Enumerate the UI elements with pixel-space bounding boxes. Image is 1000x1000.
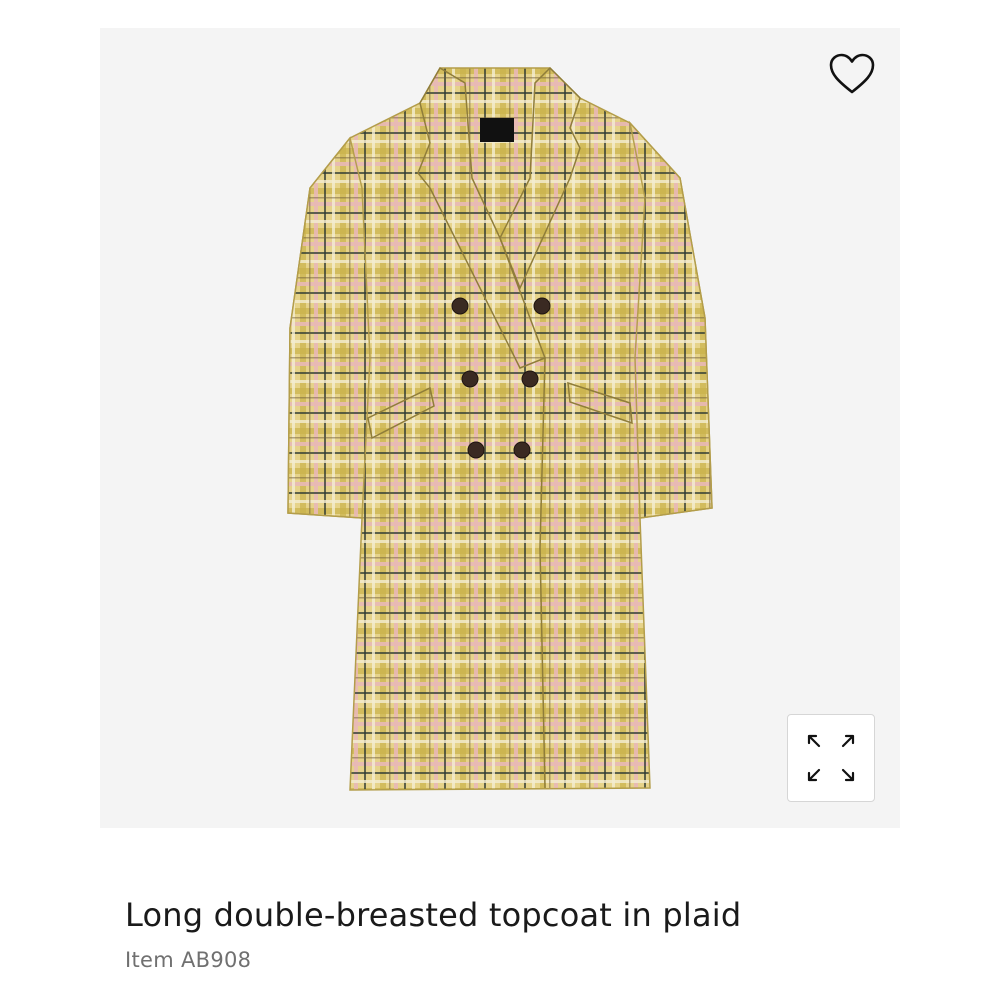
product-page: Long double-breasted topcoat in plaid It…: [0, 0, 1000, 1000]
product-photo: [287, 66, 713, 791]
coat-right-sleeve: [628, 120, 713, 519]
expand-image-button[interactable]: [787, 714, 875, 802]
expand-arrows-icon: [807, 734, 855, 782]
product-title: Long double-breasted topcoat in plaid: [125, 896, 742, 934]
coat-left-sleeve: [287, 136, 371, 519]
favorite-button[interactable]: [824, 48, 880, 100]
brand-label: [480, 118, 514, 142]
product-image-panel[interactable]: [100, 28, 900, 828]
heart-outline-icon: [829, 53, 875, 94]
product-item-number: Item AB908: [125, 948, 252, 972]
